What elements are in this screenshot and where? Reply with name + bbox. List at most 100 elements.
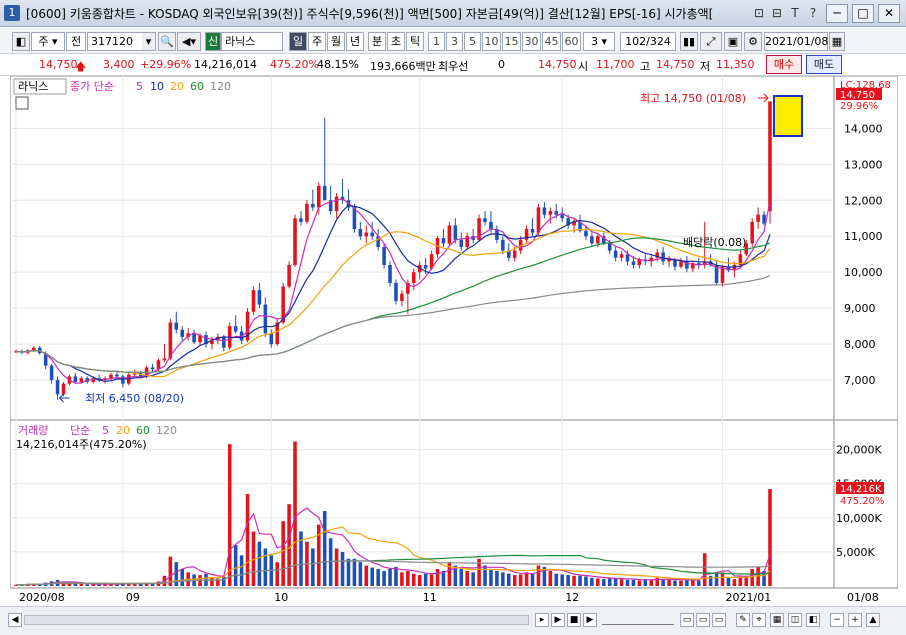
tool-icon-3[interactable]: ▭ (712, 613, 726, 627)
minute-option-30[interactable]: 30 (522, 32, 541, 51)
tool-icon-4[interactable]: ✎ (736, 613, 750, 627)
zoom-out-icon[interactable]: − (830, 613, 844, 627)
calendar-icon[interactable]: ▦ (829, 32, 845, 51)
volume-bar (489, 568, 493, 586)
volume-bar (352, 558, 357, 586)
app-icon: 1 (4, 5, 20, 21)
date-tick-label: 10 (274, 591, 288, 604)
tool-icon-6[interactable]: ▦ (770, 613, 784, 627)
window-title: [0600] 키움종합차트 - KOSDAQ 외국인보유[39(천)] 주식수[… (26, 6, 714, 21)
minute-select[interactable]: 3 ▾ (583, 32, 615, 51)
prev-button[interactable]: 전 (66, 32, 86, 51)
volume-bar (138, 583, 143, 586)
search-icon[interactable]: 🔍 (158, 32, 176, 51)
scroll-right-icon[interactable]: ▶ (583, 613, 597, 627)
pan-up-icon[interactable]: ▲ (866, 613, 880, 627)
gear-icon[interactable]: ⚙ (744, 32, 762, 51)
horizontal-scrollbar[interactable] (24, 615, 529, 625)
tool-icon-5[interactable]: ⌖ (752, 613, 766, 627)
buy-button[interactable]: 매수 (766, 55, 802, 74)
chart-area[interactable]: 라닉스 종가 단순 5 10 20 60 120 거래량 단순 5 20 60 … (9, 75, 899, 606)
candle-body (554, 211, 559, 215)
minute-option-1[interactable]: 1 (428, 32, 445, 51)
tab-weekly[interactable]: 주 (308, 32, 326, 51)
grid-toggle-icon[interactable] (15, 96, 29, 110)
tool-icon-2[interactable]: ▭ (696, 613, 710, 627)
minute-option-10[interactable]: 10 (482, 32, 501, 51)
current-pct-tag: 29.96% (840, 101, 878, 112)
minimize-button[interactable]: ─ (826, 4, 848, 23)
code-dropdown-icon[interactable]: ▾ (142, 32, 156, 51)
volume-bar (738, 577, 743, 586)
stop-icon[interactable]: ■ (567, 613, 581, 627)
candle-body (679, 261, 683, 267)
tool-icon-7[interactable]: ◫ (788, 613, 802, 627)
indicator-icon[interactable]: ⤢ (700, 32, 722, 51)
volume-bar (613, 578, 618, 586)
zoom-slider[interactable] (602, 615, 674, 625)
volume-bar (702, 553, 707, 586)
volume-bar (79, 583, 84, 586)
zoom-in-icon[interactable]: + (848, 613, 862, 627)
sell-button[interactable]: 매도 (806, 55, 842, 74)
window-titlebar: 1 [0600] 키움종합차트 - KOSDAQ 외국인보유[39(천)] 주식… (0, 0, 906, 27)
volume-bar (637, 580, 642, 586)
volume-bar (524, 572, 529, 586)
selection-marker[interactable] (773, 95, 803, 137)
price-tick-label: 11,000 (844, 230, 883, 243)
minute-option-15[interactable]: 15 (502, 32, 521, 51)
volume-bar (376, 568, 380, 586)
tab-tick[interactable]: 틱 (406, 32, 424, 51)
candle-body (720, 266, 725, 283)
price-volume-chart[interactable]: 라닉스 종가 단순 5 10 20 60 120 거래량 단순 5 20 60 … (9, 75, 899, 606)
volume-tick-label: 10,000K (836, 512, 882, 525)
candle-body (79, 378, 84, 382)
volume-bar (714, 573, 719, 586)
restore-layout-icon[interactable]: ⊡ (752, 5, 766, 21)
close-button[interactable]: ✕ (878, 4, 900, 23)
tab-daily[interactable]: 일 (289, 32, 307, 51)
minute-option-5[interactable]: 5 (464, 32, 481, 51)
candle-body (174, 322, 179, 330)
ma10-label: 10 (150, 80, 164, 93)
date-input[interactable]: 2021/01/08 (764, 32, 828, 51)
event-annotation: 배당락(0.08) (683, 236, 746, 249)
candle-body (411, 272, 416, 283)
help-icon[interactable]: ? (806, 5, 820, 21)
scroll-left-end-icon[interactable]: ◀ (8, 613, 22, 627)
new-listing-badge: 신 (205, 32, 221, 51)
tab-minute[interactable]: 분 (368, 32, 386, 51)
sound-icon[interactable]: ◀▾ (177, 32, 201, 51)
volume-bar (239, 555, 244, 586)
candle-body (637, 259, 642, 265)
ma120-label: 120 (210, 80, 231, 93)
play-icon[interactable]: ▶ (551, 613, 565, 627)
candle-body (423, 264, 428, 269)
tab-monthly[interactable]: 월 (327, 32, 345, 51)
volume-legend-type: 단순 (70, 424, 90, 437)
tool-icon-1[interactable]: ▭ (680, 613, 694, 627)
layout-menu-icon[interactable]: ◧ (12, 32, 30, 51)
tool-icon-8[interactable]: ◧ (806, 613, 820, 627)
tab-yearly[interactable]: 년 (346, 32, 364, 51)
price-tick-label: 14,000 (844, 122, 883, 135)
volume-bar (512, 575, 517, 586)
volume-bar (406, 571, 410, 586)
split-view-icon[interactable]: ⊟ (770, 5, 784, 21)
save-icon[interactable]: ▣ (724, 32, 742, 51)
chart-bars-icon[interactable]: ▮▮ (680, 32, 698, 51)
volume-bar (394, 566, 398, 586)
minute-option-3[interactable]: 3 (446, 32, 463, 51)
scroll-left-icon[interactable]: ▸ (535, 613, 549, 627)
period-select[interactable]: 주 ▾ (31, 32, 65, 51)
vol-ma5-label: 5 (102, 424, 109, 437)
quote-priority-label: 최우선 (438, 60, 469, 73)
tab-second[interactable]: 초 (387, 32, 405, 51)
minute-option-45[interactable]: 45 (542, 32, 561, 51)
page-count-field[interactable]: 102/324 (620, 32, 676, 51)
candle-body (311, 203, 315, 208)
minute-option-60[interactable]: 60 (562, 32, 581, 51)
text-tool-icon[interactable]: T (788, 5, 802, 21)
low-annotation: 최저 6,450 (08/20) (85, 392, 184, 405)
maximize-button[interactable]: □ (852, 4, 874, 23)
